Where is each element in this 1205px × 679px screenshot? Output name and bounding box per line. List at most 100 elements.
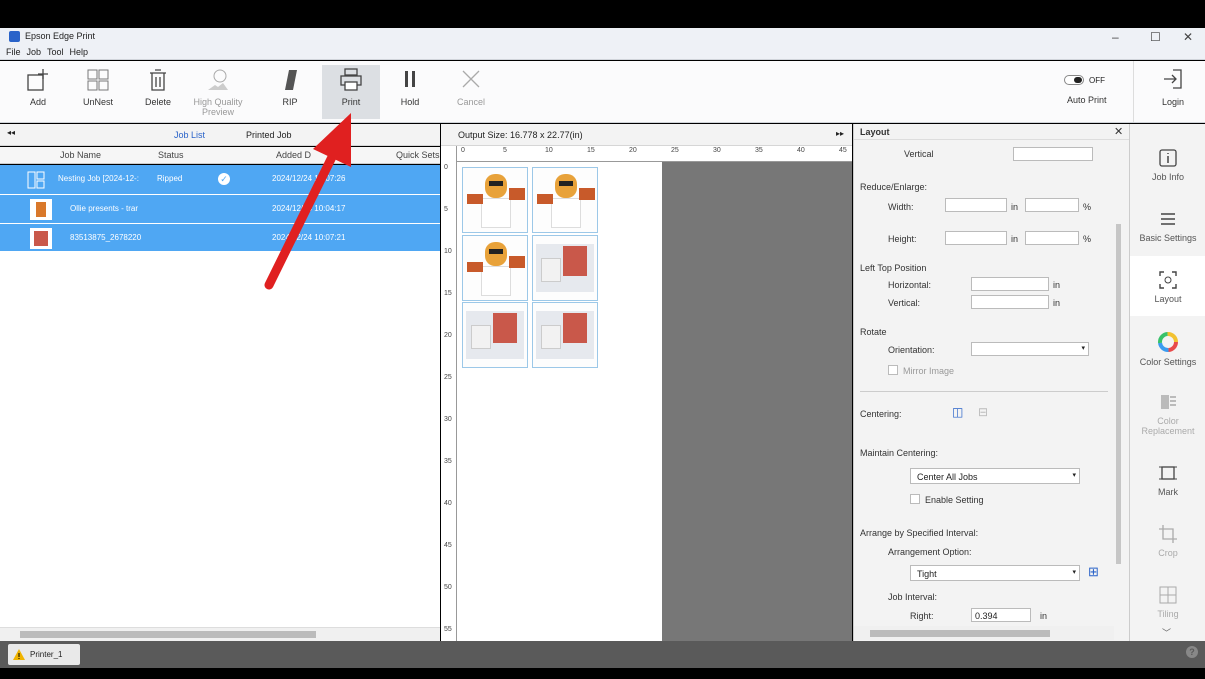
auto-print-label: Auto Print [1067, 95, 1107, 105]
cancel-icon [462, 70, 480, 88]
add-button[interactable]: Add [10, 65, 66, 119]
orientation-label: Orientation: [888, 345, 935, 355]
mirror-checkbox[interactable] [888, 365, 898, 375]
center-horizontal-icon[interactable]: ◫ [952, 405, 963, 419]
table-row[interactable]: Nesting Job [2024-12-: Ripped ✓ 2024/12/… [0, 165, 440, 194]
reduce-label: Reduce/Enlarge: [860, 182, 928, 192]
unnest-button[interactable]: UnNest [70, 65, 126, 119]
menu-bar: File Job Tool Help [0, 46, 1205, 60]
col-status[interactable]: Status [158, 150, 184, 160]
vertical-pos-field[interactable] [971, 295, 1049, 309]
enable-checkbox[interactable] [910, 494, 920, 504]
collapse-icon[interactable]: ◂◂ [7, 128, 15, 137]
ruler-tick-label: 0 [444, 164, 448, 171]
nav-crop[interactable]: Crop [1130, 510, 1205, 570]
table-row[interactable]: Ollie presents - trar 2024/12/24 10:04:1… [0, 194, 440, 223]
nav-layout[interactable]: Layout [1130, 256, 1205, 316]
preview-header: Output Size: 16.778 x 22.77(in) ▸▸ [441, 124, 852, 146]
layout-icon [1159, 271, 1177, 289]
maintain-centering-select[interactable]: Center All Jobs ▾ [910, 468, 1080, 484]
table-row[interactable]: 83513875_2678220 2024/12/24 10:07:21 [0, 223, 440, 252]
vertical-label: Vertical [904, 149, 934, 159]
ruler-tick-label: 10 [444, 248, 452, 255]
ruler-tick-label: 35 [755, 147, 763, 154]
width-pct-field[interactable] [1025, 198, 1079, 212]
ruler-tick-label: 15 [444, 290, 452, 297]
ruler-tick-label: 50 [444, 584, 452, 591]
unit-label: in [1053, 280, 1061, 290]
nested-image[interactable] [532, 302, 598, 368]
printer-tab[interactable]: Printer_1 [8, 644, 80, 665]
horizontal-scrollbar[interactable] [854, 626, 1114, 640]
unit-label: % [1083, 234, 1092, 244]
col-quick-sets[interactable]: Quick Sets [396, 150, 440, 160]
tab-job-list[interactable]: Job List [174, 130, 205, 140]
ruler-tick-label: 40 [797, 147, 805, 154]
nested-image[interactable] [462, 302, 528, 368]
high-quality-preview-button[interactable]: High Quality Preview [190, 65, 246, 119]
menu-file[interactable]: File [6, 47, 21, 57]
height-pct-field[interactable] [1025, 231, 1079, 245]
help-icon[interactable]: ? [1186, 646, 1198, 658]
enable-label: Enable Setting [925, 495, 984, 505]
ruler-tick-label: 15 [587, 147, 595, 154]
ruler-tick-label: 20 [629, 147, 637, 154]
minimize-button[interactable]: – [1112, 30, 1119, 44]
nested-image[interactable] [532, 167, 598, 233]
arrangement-select[interactable]: Tight ▾ [910, 565, 1080, 581]
arrangement-icon[interactable]: ⊞ [1088, 564, 1099, 580]
height-label: Height: [888, 234, 917, 244]
cancel-button[interactable]: Cancel [443, 65, 499, 119]
app-logo-icon [9, 31, 20, 42]
login-button[interactable]: Login [1145, 65, 1201, 119]
ruler-tick-label: 25 [444, 374, 452, 381]
nav-job-info[interactable]: Job Info [1130, 134, 1205, 194]
horizontal-scrollbar[interactable] [0, 627, 440, 641]
vertical-field[interactable] [1013, 147, 1093, 161]
nav-color-settings[interactable]: Color Settings [1130, 317, 1205, 377]
right-interval-field[interactable]: 0.394 [971, 608, 1031, 622]
right-label: Right: [910, 611, 934, 621]
col-job-name[interactable]: Job Name [60, 150, 101, 160]
nested-image[interactable] [462, 167, 528, 233]
check-icon: ✓ [218, 173, 230, 185]
nav-color-replacement[interactable]: Color Replacement [1130, 378, 1205, 448]
delete-button[interactable]: Delete [130, 65, 186, 119]
height-in-field[interactable] [945, 231, 1007, 245]
close-button[interactable]: ✕ [1183, 30, 1193, 44]
auto-print-toggle[interactable] [1064, 75, 1084, 85]
job-name: Nesting Job [2024-12-: [58, 174, 139, 183]
toggle-state: OFF [1089, 76, 1105, 85]
job-list-body [0, 251, 440, 627]
nav-basic-settings[interactable]: Basic Settings [1130, 195, 1205, 255]
ruler-tick-label: 10 [545, 147, 553, 154]
menu-help[interactable]: Help [70, 47, 89, 57]
left-top-position-label: Left Top Position [860, 263, 927, 273]
nav-scroll-down-icon[interactable]: ﹀ [1162, 626, 1171, 639]
vertical-scrollbar[interactable] [1116, 224, 1121, 564]
arrange-label: Arrange by Specified Interval: [860, 528, 979, 538]
job-thumbnail [30, 199, 52, 220]
orientation-select[interactable]: ▾ [971, 342, 1089, 356]
nav-mark[interactable]: Mark [1130, 449, 1205, 509]
close-icon[interactable]: ✕ [1114, 125, 1123, 138]
menu-job[interactable]: Job [27, 47, 42, 57]
nested-image[interactable] [532, 235, 598, 301]
maximize-button[interactable]: ☐ [1150, 30, 1161, 44]
center-vertical-icon[interactable]: ⊟ [978, 405, 988, 419]
crop-icon [1159, 525, 1177, 543]
layout-title: Layout [860, 127, 890, 137]
horizontal-field[interactable] [971, 277, 1049, 291]
vertical-pos-label: Vertical: [888, 298, 921, 308]
hold-button[interactable]: Hold [382, 65, 438, 119]
printer-icon [340, 68, 362, 91]
job-status: Ripped [157, 174, 183, 183]
ruler-tick-label: 30 [713, 147, 721, 154]
width-in-field[interactable] [945, 198, 1007, 212]
maintain-centering-label: Maintain Centering: [860, 448, 939, 458]
nav-tiling[interactable]: Tiling [1130, 571, 1205, 631]
job-interval-label: Job Interval: [888, 592, 938, 602]
nested-image[interactable] [462, 235, 528, 301]
expand-icon[interactable]: ▸▸ [836, 129, 844, 138]
menu-tool[interactable]: Tool [47, 47, 64, 57]
